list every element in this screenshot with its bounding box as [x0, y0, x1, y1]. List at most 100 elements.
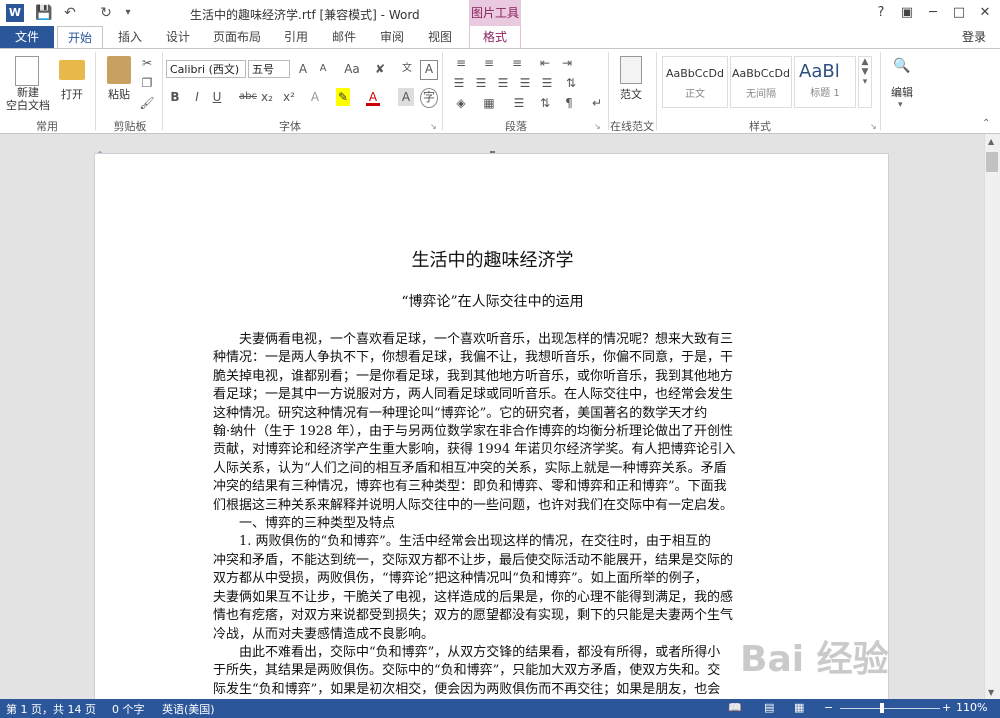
sort-icon[interactable]: ⇅	[536, 94, 554, 112]
align-center-icon[interactable]: ☰	[472, 74, 490, 92]
template-icon[interactable]	[620, 56, 642, 84]
subscript-button[interactable]: x₂	[260, 88, 274, 106]
bold-button[interactable]: B	[168, 88, 182, 106]
chinese-layout-icon[interactable]: ☰	[510, 94, 528, 112]
tab-insert[interactable]: 插入	[110, 26, 150, 48]
print-layout-icon[interactable]: ▤	[764, 701, 774, 714]
open-folder-icon[interactable]	[59, 60, 85, 80]
character-border-icon[interactable]: A	[420, 60, 438, 80]
document-subtitle: “博弈论”在人际交往中的运用	[401, 294, 584, 310]
zoom-level[interactable]: 110%	[956, 701, 987, 714]
line-spacing-icon[interactable]: ⇅	[562, 74, 580, 92]
copy-icon[interactable]: ❐	[138, 74, 156, 92]
distributed-icon[interactable]: ☰	[538, 74, 556, 92]
zoom-slider-track[interactable]	[840, 708, 940, 709]
new-document-icon[interactable]	[15, 56, 39, 86]
tab-mailings[interactable]: 邮件	[324, 26, 364, 48]
close-button[interactable]: ✕	[974, 3, 996, 23]
font-name-combo[interactable]: Calibri (西文)	[166, 60, 246, 78]
shading-icon[interactable]: ◈	[450, 94, 472, 112]
sign-in-link[interactable]: 登录	[962, 26, 1000, 48]
phonetic-guide-icon[interactable]: 文	[398, 60, 416, 78]
style-no-spacing[interactable]: AaBbCcDd 无间隔	[730, 56, 792, 108]
style-heading-1[interactable]: AaBl 标题 1	[794, 56, 856, 108]
paragraph-dialog-launcher-icon[interactable]: ↘	[594, 122, 601, 131]
shrink-font-icon[interactable]: A	[314, 60, 332, 78]
tab-home[interactable]: 开始	[57, 26, 103, 48]
align-right-icon[interactable]: ☰	[494, 74, 512, 92]
align-left-icon[interactable]: ☰	[450, 74, 468, 92]
zoom-out-icon[interactable]: −	[824, 701, 833, 714]
read-mode-icon[interactable]: 📖	[728, 701, 742, 714]
italic-button[interactable]: I	[190, 88, 204, 106]
scroll-up-icon[interactable]: ▲	[988, 137, 994, 146]
collapse-ribbon-icon[interactable]: ⌃	[982, 118, 990, 129]
redo-icon[interactable]: ↻	[96, 4, 116, 22]
style-normal[interactable]: AaBbCcDd 正文	[662, 56, 728, 108]
grow-font-icon[interactable]: A	[294, 60, 312, 78]
format-painter-icon[interactable]: 🖌	[138, 94, 156, 112]
underline-button[interactable]: U	[210, 88, 224, 106]
style-name: 正文	[685, 89, 705, 100]
open-button[interactable]: 打开	[56, 86, 88, 102]
restore-button[interactable]: □	[948, 3, 970, 23]
clear-formatting-icon[interactable]: ✘	[370, 60, 390, 78]
character-shading-icon[interactable]: A	[398, 88, 414, 106]
cut-icon[interactable]: ✂	[138, 54, 156, 72]
customize-quick-access-icon[interactable]: ▾	[118, 4, 138, 22]
numbering-icon[interactable]: ≡	[478, 54, 500, 72]
justify-icon[interactable]: ☰	[516, 74, 534, 92]
document-page[interactable]: 生活中的趣味经济学 “博弈论”在人际交往中的运用 夫妻俩看电视，一个喜欢看足球，…	[94, 153, 889, 713]
style-preview: AaBbCcDd	[666, 67, 724, 80]
tab-view[interactable]: 视图	[420, 26, 460, 48]
show-hide-marks-icon[interactable]: ¶	[560, 94, 578, 112]
tab-format[interactable]: 格式	[469, 26, 521, 48]
tab-design[interactable]: 设计	[158, 26, 198, 48]
styles-dialog-launcher-icon[interactable]: ↘	[870, 122, 877, 131]
chevron-down-icon[interactable]: ▾	[898, 100, 903, 110]
zoom-in-icon[interactable]: +	[942, 701, 951, 714]
enclose-characters-icon[interactable]: 字	[420, 88, 438, 108]
bullets-icon[interactable]: ≡	[450, 54, 472, 72]
tab-references[interactable]: 引用	[276, 26, 316, 48]
change-case-icon[interactable]: Aa	[340, 60, 364, 78]
font-color-icon[interactable]: A	[366, 88, 380, 106]
highlight-color-icon[interactable]: ✎	[336, 88, 350, 106]
zoom-slider-thumb[interactable]	[880, 703, 884, 713]
scroll-down-icon[interactable]: ▼	[988, 688, 994, 697]
tab-review[interactable]: 审阅	[372, 26, 412, 48]
page-count[interactable]: 第 1 页，共 14 页	[6, 701, 96, 717]
strikethrough-button[interactable]: abc	[238, 88, 258, 106]
styles-gallery-scroll[interactable]: ▲ ▼ ▾	[858, 56, 872, 108]
tab-file[interactable]: 文件	[0, 26, 54, 48]
undo-icon[interactable]: ↶	[60, 4, 80, 22]
decrease-indent-icon[interactable]: ⇤	[536, 54, 554, 72]
paste-icon[interactable]	[107, 56, 131, 84]
font-size-combo[interactable]: 五号	[248, 60, 290, 78]
template-button[interactable]: 范文	[614, 86, 648, 102]
web-layout-icon[interactable]: ▦	[794, 701, 804, 714]
font-dialog-launcher-icon[interactable]: ↘	[430, 122, 437, 131]
text-effects-icon[interactable]: A	[308, 88, 322, 106]
editing-button[interactable]: 编辑	[886, 84, 918, 100]
style-preview: AaBbCcDd	[732, 67, 790, 80]
superscript-button[interactable]: x²	[282, 88, 296, 106]
multilevel-list-icon[interactable]: ≡	[506, 54, 528, 72]
borders-icon[interactable]: ▦	[478, 94, 500, 112]
minimize-button[interactable]: ─	[922, 3, 944, 23]
paragraph-direction-icon[interactable]: ↵	[588, 94, 606, 112]
text-line: 际发生“负和博弈”，如果是初次相交，便会因为两败俱伤而不再交往；如果是朋友，也会	[213, 681, 721, 697]
tab-page-layout[interactable]: 页面布局	[206, 26, 268, 48]
word-count[interactable]: 0 个字	[112, 701, 145, 717]
binoculars-icon[interactable]: 🔍	[893, 58, 911, 74]
language-indicator[interactable]: 英语(美国)	[162, 701, 215, 717]
help-button[interactable]: ?	[870, 3, 892, 23]
paste-button[interactable]: 粘贴	[102, 86, 136, 102]
vertical-scrollbar[interactable]	[984, 134, 1000, 699]
save-icon[interactable]: 💾	[34, 4, 54, 22]
word-app-icon[interactable]: W	[6, 4, 24, 22]
new-blank-document-button[interactable]: 新建 空白文档	[2, 86, 54, 112]
increase-indent-icon[interactable]: ⇥	[558, 54, 576, 72]
ribbon-display-options-icon[interactable]: ▣	[896, 3, 918, 23]
scrollbar-thumb[interactable]	[986, 152, 998, 172]
